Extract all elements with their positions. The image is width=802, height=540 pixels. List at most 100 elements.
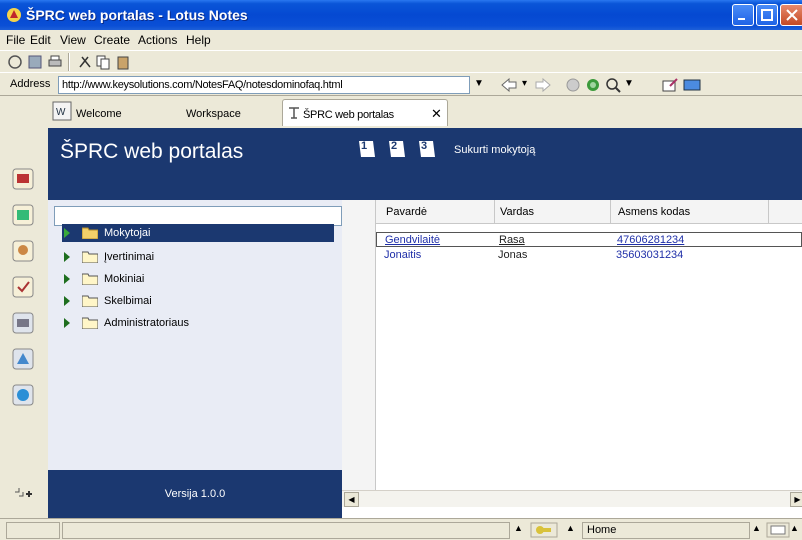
cut-icon[interactable]: [76, 53, 94, 71]
minimize-button[interactable]: [732, 4, 754, 26]
action-button-3[interactable]: 3: [416, 138, 438, 160]
menu-create[interactable]: Create: [94, 33, 130, 47]
table-row[interactable]: Jonaitis Jonas 35603031234: [376, 248, 802, 263]
online-status-icon[interactable]: [530, 522, 558, 538]
tab-workspace[interactable]: Workspace: [182, 99, 272, 126]
folder-icon: [82, 295, 98, 307]
contacts-bookmark-icon[interactable]: [10, 238, 36, 264]
close-icon: [786, 9, 798, 21]
status-box-left: [6, 522, 60, 539]
window-title: ŠPRC web portalas - Lotus Notes: [26, 7, 248, 23]
expand-arrow-icon[interactable]: [64, 296, 70, 306]
back-icon[interactable]: [498, 76, 520, 94]
tree-item-ivertinimai[interactable]: Įvertinimai: [62, 248, 334, 266]
nav-tree-top: [54, 206, 342, 226]
horizontal-scrollbar[interactable]: ◀ ▶: [342, 490, 802, 507]
content-pane: 1 2 3 Sukurti mokytoją Pavardė Vardas As…: [342, 128, 802, 518]
status-bar: ▲ ▲ Home ▲ ▲: [0, 518, 802, 540]
nav-header: ŠPRC web portalas: [48, 128, 342, 200]
action-bar: 1 2 3 Sukurti mokytoją: [342, 128, 802, 200]
address-bar: Address http://www.keysolutions.com/Note…: [0, 72, 802, 96]
search-dropdown-icon[interactable]: ▼: [624, 78, 634, 89]
row-selector-column: [342, 200, 376, 490]
close-button[interactable]: [780, 4, 802, 26]
status-message-box: [62, 522, 510, 539]
maximize-icon: [761, 9, 773, 21]
online-dropdown-icon[interactable]: ▲: [566, 523, 575, 533]
folder-icon: [82, 251, 98, 263]
inbox-status-icon[interactable]: [766, 522, 790, 538]
maximize-button[interactable]: [756, 4, 778, 26]
menu-bar: File Edit View Create Actions Help: [0, 30, 802, 50]
toolbar: [0, 50, 802, 72]
action-button-1[interactable]: 1: [356, 138, 378, 160]
menu-help[interactable]: Help: [186, 33, 211, 47]
navigation-pane: ŠPRC web portalas Mokytojai Įvertinimai …: [48, 128, 342, 518]
calendar-bookmark-icon[interactable]: [10, 202, 36, 228]
tab-sprc-web-portalas[interactable]: ŠPRC web portalas ✕: [282, 99, 448, 126]
scroll-right-icon[interactable]: ▶: [790, 492, 802, 507]
database-icon: [289, 107, 299, 119]
address-input[interactable]: http://www.keysolutions.com/NotesFAQ/not…: [58, 76, 470, 94]
back-dropdown-icon[interactable]: ▾: [522, 78, 527, 89]
svg-text:W: W: [56, 107, 66, 118]
menu-view[interactable]: View: [60, 33, 86, 47]
databases-bookmark-icon[interactable]: [10, 346, 36, 372]
status-dropdown-icon[interactable]: ▲: [514, 523, 523, 533]
copy-icon[interactable]: [94, 53, 112, 71]
address-dropdown-icon[interactable]: ▼: [474, 78, 484, 89]
edit-icon[interactable]: [660, 76, 680, 94]
tree-item-mokytojai[interactable]: Mokytojai: [62, 224, 334, 242]
folder-icon: [82, 317, 98, 329]
menu-actions[interactable]: Actions: [138, 33, 177, 47]
title-bar: ŠPRC web portalas - Lotus Notes: [0, 0, 802, 30]
nav-title: ŠPRC web portalas: [60, 140, 244, 163]
tree-item-administratoriaus[interactable]: Administratoriaus: [62, 314, 334, 332]
paste-icon[interactable]: [114, 53, 132, 71]
refresh-icon[interactable]: [6, 53, 24, 71]
column-header-asmens-kodas[interactable]: Asmens kodas: [618, 206, 690, 218]
more-bookmarks-icon[interactable]: [10, 470, 36, 502]
tab-welcome[interactable]: W Welcome: [50, 99, 160, 126]
column-header-vardas[interactable]: Vardas: [500, 206, 534, 218]
inbox-dropdown-icon[interactable]: ▲: [790, 523, 799, 533]
stop-icon[interactable]: [564, 76, 582, 94]
internet-bookmark-icon[interactable]: [10, 382, 36, 408]
forward-icon[interactable]: [532, 76, 554, 94]
version-label: Versija 1.0.0: [164, 488, 226, 500]
tabs-row: W Welcome Workspace ŠPRC web portalas ✕: [0, 96, 802, 128]
minimize-icon: [738, 18, 745, 20]
replicate-icon[interactable]: [682, 76, 704, 94]
tree-item-skelbimai[interactable]: Skelbimai: [62, 292, 334, 310]
teacher-view-grid: Pavardė Vardas Asmens kodas Gendvilaitė …: [342, 200, 802, 490]
location-dropdown-icon[interactable]: ▲: [752, 523, 761, 533]
expand-arrow-icon[interactable]: [64, 252, 70, 262]
refresh-page-icon[interactable]: [584, 76, 602, 94]
toolbar-separator: [68, 53, 70, 71]
todo-bookmark-icon[interactable]: [10, 274, 36, 300]
create-teacher-action[interactable]: Sukurti mokytoją: [454, 144, 535, 156]
column-header-pavarde[interactable]: Pavardė: [386, 206, 427, 218]
table-row[interactable]: Gendvilaitė Rasa 47606281234: [376, 232, 802, 247]
close-tab-icon[interactable]: ✕: [431, 106, 442, 122]
expand-arrow-icon[interactable]: [64, 274, 70, 284]
address-label: Address: [10, 78, 51, 90]
welcome-icon: W: [52, 101, 72, 121]
tree-item-mokiniai[interactable]: Mokiniai: [62, 270, 334, 288]
menu-edit[interactable]: Edit: [30, 33, 51, 47]
expand-arrow-icon[interactable]: [64, 228, 70, 238]
lotus-notes-icon: [7, 8, 21, 22]
column-headers: Pavardė Vardas Asmens kodas: [376, 200, 802, 224]
save-icon[interactable]: [26, 53, 44, 71]
search-icon[interactable]: [604, 76, 622, 94]
print-icon[interactable]: [46, 53, 64, 71]
replicator-bookmark-icon[interactable]: [10, 310, 36, 336]
location-label: Home: [587, 524, 617, 536]
location-box[interactable]: Home: [582, 522, 750, 539]
mail-bookmark-icon[interactable]: [10, 166, 36, 192]
scroll-left-icon[interactable]: ◀: [344, 492, 359, 507]
expand-arrow-icon[interactable]: [64, 318, 70, 328]
folder-icon: [82, 227, 98, 239]
menu-file[interactable]: File: [6, 33, 25, 47]
action-button-2[interactable]: 2: [386, 138, 408, 160]
